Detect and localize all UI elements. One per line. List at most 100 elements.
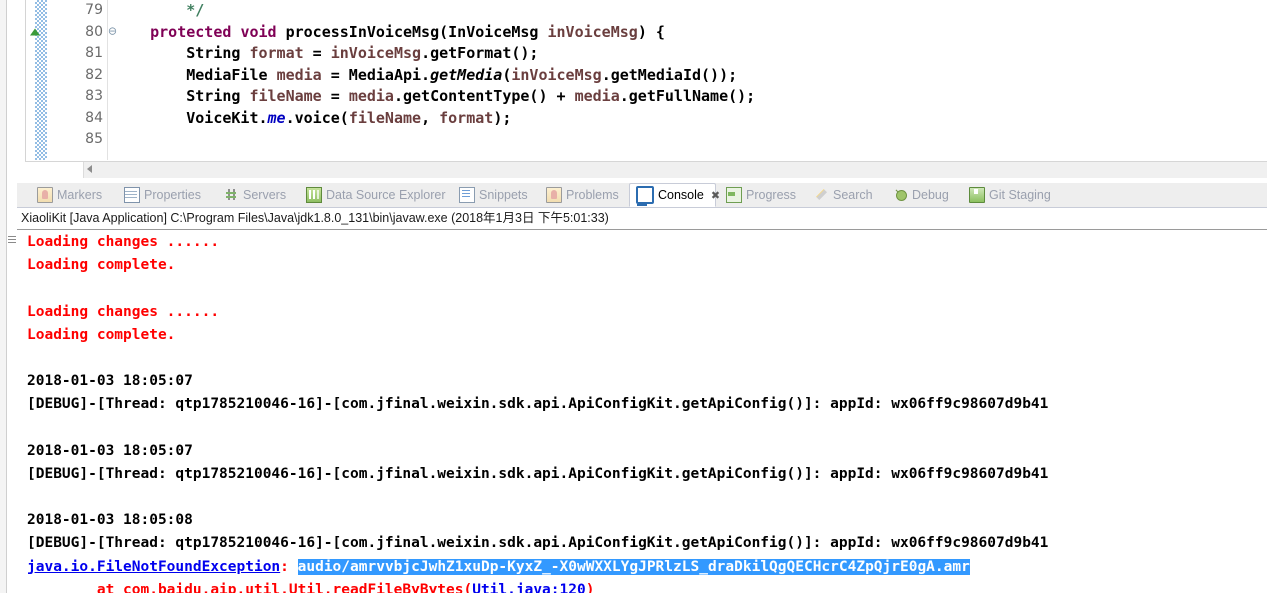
console-view-panel: Markers Properties Servers Data Source Expl… (17, 178, 1267, 593)
code-token: MediaFile (114, 65, 277, 84)
code-token: media (574, 87, 620, 105)
console-line: [DEBUG]-[Thread: qtp1785210046-16]-[com.… (17, 463, 1267, 486)
code-token: media (348, 87, 394, 105)
tab-git-staging[interactable]: Git Staging (963, 183, 1067, 207)
code-token: */ (186, 1, 205, 19)
close-icon[interactable]: ✖ (711, 189, 720, 202)
code-token: fileName (249, 87, 322, 105)
tab-label: Console (658, 188, 704, 202)
search-icon (815, 188, 829, 202)
properties-icon (124, 187, 140, 203)
tab-markers[interactable]: Markers (31, 183, 117, 207)
stacktrace-link[interactable]: Util.java:120 (472, 582, 586, 593)
console-text: at com.baidu.aip.util.Util.readFileByByt… (27, 581, 473, 593)
tab-console[interactable]: Console ✖ (629, 183, 720, 207)
code-token: void (240, 22, 277, 41)
line-number: 85 (85, 131, 103, 147)
code-line[interactable]: VoiceKit.me.voice(fileName, format); (114, 108, 1267, 130)
code-token: = MediaApi. (321, 65, 431, 84)
code-token: processInVoiceMsg(InVoiceMsg (276, 22, 548, 41)
line-number: 82 (85, 66, 103, 83)
tab-label: Markers (57, 188, 103, 202)
editor-frame: 79 80 ⊖ 81 82 83 84 85 */ protected void proces… (25, 0, 1267, 162)
code-line[interactable]: */ (114, 0, 1267, 22)
tab-label: Progress (746, 188, 797, 202)
tab-label: Debug (912, 188, 949, 202)
console-line: Loading complete. (17, 324, 1267, 347)
change-ruler-hatch (35, 0, 47, 160)
left-edge-strip (0, 0, 18, 593)
code-line[interactable] (114, 129, 1267, 151)
tab-label: Servers (243, 188, 287, 202)
tab-properties[interactable]: Properties (118, 183, 218, 207)
code-token: String (114, 87, 250, 105)
code-line[interactable]: protected void processInVoiceMsg(InVoice… (114, 22, 1267, 44)
code-token: inVoiceMsg (547, 22, 638, 41)
line-number: 83 (85, 88, 103, 104)
code-line[interactable]: MediaFile media = MediaApi.getMedia(inVo… (114, 65, 1267, 87)
code-token: , (421, 108, 440, 127)
code-token: = (303, 44, 331, 62)
code-token: ); (493, 108, 512, 127)
console-text: 2018-01-03 18:05:07 (27, 442, 193, 459)
tab-label: Snippets (479, 188, 528, 202)
console-text: [DEBUG]-[Thread: qtp1785210046-16]-[com.… (27, 535, 1049, 552)
editor-horizontal-scrollbar[interactable] (25, 161, 1267, 178)
markers-icon (37, 187, 53, 203)
code-line[interactable]: String fileName = media.getContentType()… (114, 86, 1267, 108)
tab-search[interactable]: Search (809, 183, 887, 207)
tab-snippets[interactable]: Snippets (453, 183, 539, 207)
database-icon (306, 187, 322, 203)
console-text: Loading changes ...... (27, 234, 220, 250)
console-icon (636, 186, 654, 206)
sash-grip-handle[interactable] (8, 236, 16, 248)
code-token: format (439, 108, 494, 127)
view-tab-bar: Markers Properties Servers Data Source Expl… (17, 183, 1267, 208)
selected-text[interactable]: audio/amrvvbjcJwhZ1xuDp-KyxZ_-X0wWXXLYgJ… (297, 558, 970, 575)
console-line: [DEBUG]-[Thread: qtp1785210046-16]-[com.… (17, 532, 1267, 555)
code-token: .getContentType() + (393, 87, 575, 105)
console-text: Loading complete. (27, 257, 176, 274)
process-description-line: XiaoliKit [Java Application] C:\Program … (21, 211, 609, 225)
problems-icon (546, 187, 562, 203)
console-text: 2018-01-03 18:05:07 (27, 373, 193, 390)
code-token: .getMediaId()); (601, 65, 738, 84)
git-staging-icon (969, 187, 985, 203)
code-token: VoiceKit. (114, 108, 268, 127)
console-line: Loading complete. (17, 254, 1267, 277)
tab-label: Data Source Explorer (326, 188, 446, 202)
servers-icon (225, 188, 239, 202)
line-number: 84 (85, 109, 103, 126)
console-output-text[interactable]: Loading changes ...... Loading complete. … (17, 231, 1267, 593)
line-number: 80 ⊖ (30, 22, 117, 44)
tab-servers[interactable]: Servers (219, 183, 299, 207)
code-token: format (249, 44, 304, 62)
tab-problems[interactable]: Problems (540, 183, 628, 207)
tab-debug[interactable]: Debug (888, 183, 962, 207)
stacktrace-link[interactable]: java.io.FileNotFoundException (27, 559, 280, 575)
scrollbar-corner (25, 162, 84, 178)
tab-data-source-explorer[interactable]: Data Source Explorer (300, 183, 452, 207)
code-line[interactable]: String format = inVoiceMsg.getFormat(); (114, 43, 1267, 65)
tab-progress[interactable]: Progress (720, 183, 808, 207)
java-code-editor[interactable]: 79 80 ⊖ 81 82 83 84 85 */ protected void proces… (17, 0, 1267, 178)
code-token: .getFormat(); (421, 44, 539, 62)
console-text: Loading complete. (27, 326, 176, 343)
eclipse-ide-window: 79 80 ⊖ 81 82 83 84 85 */ protected void proces… (0, 0, 1267, 593)
scroll-left-arrow-icon[interactable] (87, 165, 92, 173)
tab-label: Properties (144, 188, 201, 202)
tab-label: Search (833, 188, 873, 202)
console-text: 2018-01-03 18:05:08 (27, 512, 193, 529)
console-line: Loading changes ...... (17, 301, 1267, 324)
console-line: 2018-01-03 18:05:07 (17, 370, 1267, 393)
console-text: [DEBUG]-[Thread: qtp1785210046-16]-[com.… (27, 465, 1049, 482)
console-line: 2018-01-03 18:05:08 (17, 509, 1267, 532)
line-number-gutter: 79 80 ⊖ 81 82 83 84 85 (30, 0, 117, 160)
progress-icon (726, 187, 742, 203)
code-text-area[interactable]: */ protected void processInVoiceMsg(InVo… (114, 0, 1267, 160)
console-line: Loading changes ...... (17, 231, 1267, 254)
